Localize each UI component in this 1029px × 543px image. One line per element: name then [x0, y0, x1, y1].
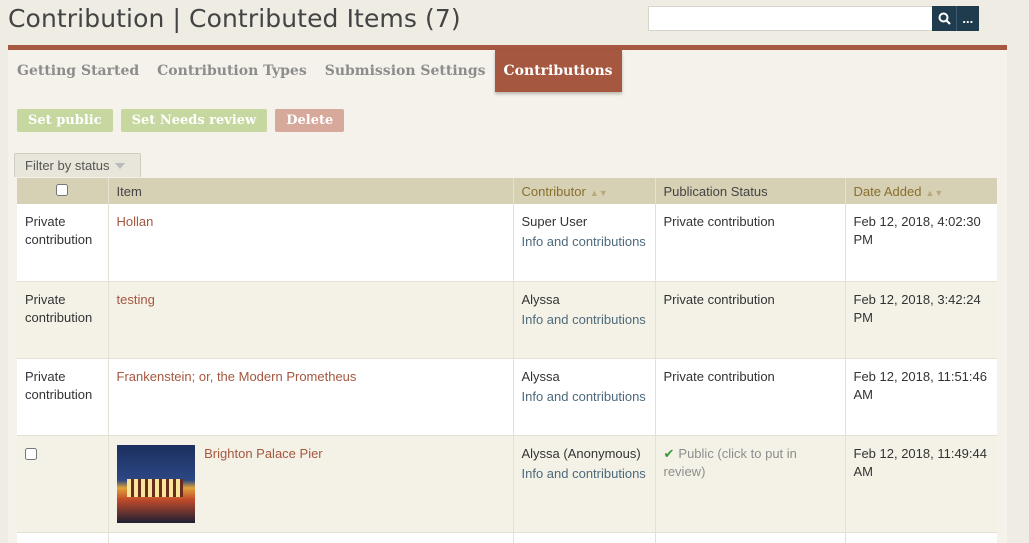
date-added-column-header[interactable]: Date Added ▲▼ — [844, 178, 997, 204]
page-title: Contribution | Contributed Items (7) — [8, 4, 461, 33]
row-select-cell — [17, 532, 108, 543]
select-all-checkbox[interactable] — [56, 183, 69, 196]
contributor-cell: Alyssa Info and contributions — [512, 358, 655, 436]
search-button[interactable] — [932, 6, 956, 31]
tab-contributions[interactable]: Contributions — [494, 50, 622, 92]
checkmark-icon: ✔ — [663, 445, 675, 461]
set-needs-review-button[interactable]: Set Needs review — [120, 109, 268, 132]
item-cell: Frankenstein; or, the Modern Prometheus — [107, 358, 513, 436]
publication-status-column-header: Publication Status — [654, 178, 845, 204]
search-form: ... — [648, 6, 979, 31]
contributor-cell — [512, 532, 655, 543]
item-cell — [107, 532, 513, 543]
select-all-header — [17, 178, 108, 204]
table-row: Private contribution Frankenstein; or, t… — [17, 358, 997, 436]
item-thumbnail[interactable] — [116, 444, 195, 523]
contributions-table: Item Contributor ▲▼ Publication Status Da… — [17, 178, 997, 543]
item-column-header: Item — [107, 178, 513, 204]
contributor-info-link[interactable]: Info and contributions — [522, 463, 647, 484]
row-select-text: Private contribution — [17, 204, 108, 282]
status-cell — [654, 532, 845, 543]
contributor-cell: Alyssa (Anonymous) Info and contributions — [512, 435, 655, 533]
status-cell: Private contribution — [654, 358, 845, 436]
sort-icon: ▲▼ — [925, 187, 944, 198]
contributor-column-header[interactable]: Contributor ▲▼ — [512, 178, 655, 204]
row-select-text: Private contribution — [17, 281, 108, 359]
status-cell: Private contribution — [654, 204, 845, 282]
search-input[interactable] — [648, 6, 933, 31]
contributor-info-link[interactable]: Info and contributions — [522, 386, 647, 407]
date-cell: Feb 12, 2018, 4:02:30 PM — [844, 204, 997, 282]
date-cell — [844, 532, 997, 543]
date-cell: Feb 12, 2018, 11:51:46 AM — [844, 358, 997, 436]
date-added-header-label: Date Added — [853, 183, 922, 199]
item-cell: testing — [107, 281, 513, 359]
filter-label: Filter by status — [25, 158, 110, 173]
item-cell: Hollan — [107, 204, 513, 282]
sort-icon: ▲▼ — [589, 187, 608, 198]
tab-getting-started[interactable]: Getting Started — [8, 50, 148, 92]
item-link[interactable]: Hollan — [117, 214, 154, 229]
contributor-header-label: Contributor — [521, 183, 586, 199]
bulk-actions: Set public Set Needs review Delete — [17, 109, 345, 132]
table-row: Brighton Palace Pier Alyssa (Anonymous) I… — [17, 435, 997, 533]
delete-button[interactable]: Delete — [275, 109, 345, 132]
item-link[interactable]: Brighton Palace Pier — [204, 446, 323, 461]
contributor-name: Super User — [521, 214, 588, 229]
tab-bar: Getting Started Contribution Types Submi… — [8, 50, 622, 92]
date-cell: Feb 12, 2018, 3:42:24 PM — [844, 281, 997, 359]
table-header-row: Item Contributor ▲▼ Publication Status Da… — [17, 178, 997, 204]
table-row: Private contribution Hollan Super User In… — [17, 204, 997, 282]
row-checkbox[interactable] — [25, 447, 37, 460]
contributor-name: Alyssa — [521, 368, 560, 384]
status-toggle-link: Public (click to put in review) — [663, 445, 797, 479]
item-link[interactable]: testing — [117, 292, 155, 307]
contributor-cell: Super User Info and contributions — [512, 204, 655, 282]
item-link[interactable]: Frankenstein; or, the Modern Prometheus — [117, 369, 357, 384]
row-select-cell — [17, 435, 108, 533]
status-cell: Private contribution — [654, 281, 845, 359]
advanced-search-button[interactable]: ... — [955, 6, 979, 31]
row-select-text: Private contribution — [17, 358, 108, 436]
table-row — [17, 532, 997, 543]
contributor-cell: Alyssa Info and contributions — [512, 281, 655, 359]
contributor-info-link[interactable]: Info and contributions — [522, 309, 647, 330]
search-icon — [938, 12, 951, 25]
table-row: Private contribution testing Alyssa Info … — [17, 281, 997, 359]
contributor-name: Alyssa — [521, 291, 560, 307]
set-public-button[interactable]: Set public — [17, 109, 113, 132]
tab-contribution-types[interactable]: Contribution Types — [148, 50, 316, 92]
contributor-name: Alyssa (Anonymous) — [521, 445, 641, 461]
item-cell: Brighton Palace Pier — [107, 435, 513, 533]
filter-by-status-dropdown[interactable]: Filter by status — [14, 153, 141, 177]
tab-submission-settings[interactable]: Submission Settings — [316, 50, 495, 92]
contributor-info-link[interactable]: Info and contributions — [522, 231, 647, 252]
status-cell[interactable]: ✔ Public (click to put in review) — [654, 435, 845, 533]
date-cell: Feb 12, 2018, 11:49:44 AM — [844, 435, 997, 533]
chevron-down-icon — [114, 162, 125, 169]
main-panel: Getting Started Contribution Types Submi… — [8, 45, 1007, 543]
